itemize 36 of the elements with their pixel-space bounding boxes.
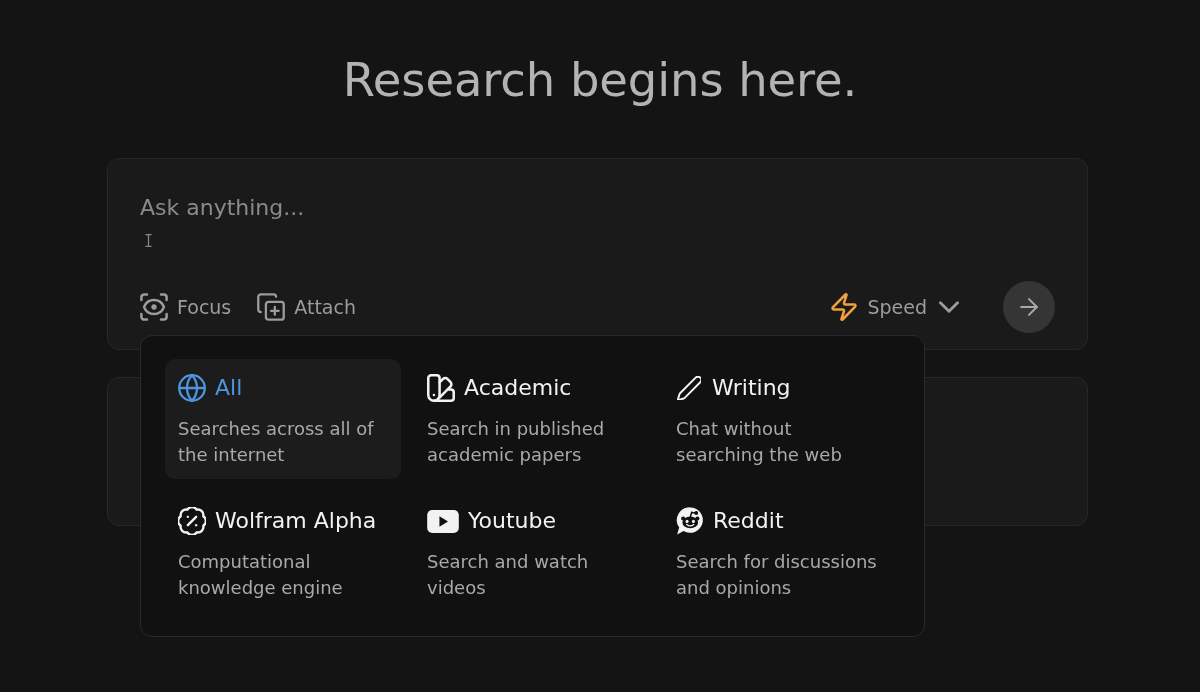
option-description: Searches across all of the internet: [178, 417, 375, 467]
option-title: All: [215, 374, 243, 402]
page-heading: Research begins here.: [342, 52, 858, 108]
scan-eye-icon: [140, 293, 168, 321]
video-play-icon: [427, 509, 459, 533]
focus-option[interactable]: Writing Chat without searching the web: [663, 359, 899, 479]
option-description: Search for discussions and opinions: [676, 550, 878, 600]
option-title: Youtube: [468, 507, 556, 535]
speed-mode-button[interactable]: Speed: [831, 293, 959, 321]
focus-button[interactable]: Focus: [140, 293, 232, 321]
submit-button[interactable]: [1003, 281, 1055, 333]
attach-button[interactable]: Attach: [257, 293, 356, 321]
option-description: Chat without searching the web: [676, 417, 843, 467]
option-title: Wolfram Alpha: [215, 507, 377, 535]
copy-plus-icon: [257, 293, 286, 321]
search-input[interactable]: Ask anything...: [140, 194, 1055, 273]
option-title: Academic: [464, 374, 572, 402]
swatch-book-icon: [427, 374, 455, 402]
globe-icon: [178, 374, 206, 402]
chat-bubble-face-icon: [676, 507, 704, 535]
focus-option[interactable]: Academic Search in published academic papers: [414, 359, 650, 479]
option-description: Computational knowledge engine: [178, 550, 344, 600]
chevron-down-icon: [939, 301, 959, 313]
arrow-right-icon: [1019, 298, 1039, 316]
option-description: Search in published academic papers: [427, 417, 606, 467]
focus-option[interactable]: Wolfram Alpha Computational knowledge engine: [165, 492, 401, 612]
focus-option[interactable]: Youtube Search and watch videos: [414, 492, 650, 612]
option-title: Writing: [712, 374, 791, 402]
focus-option[interactable]: Reddit Search for discussions and opinions: [663, 492, 899, 612]
lightning-icon: [831, 293, 858, 321]
option-description: Search and watch videos: [427, 550, 590, 600]
text-cursor-icon: [145, 234, 152, 247]
option-title: Reddit: [713, 507, 784, 535]
percent-badge-icon: [178, 507, 206, 535]
pencil-icon: [677, 376, 701, 400]
focus-option[interactable]: All Searches across all of the internet: [165, 359, 401, 479]
